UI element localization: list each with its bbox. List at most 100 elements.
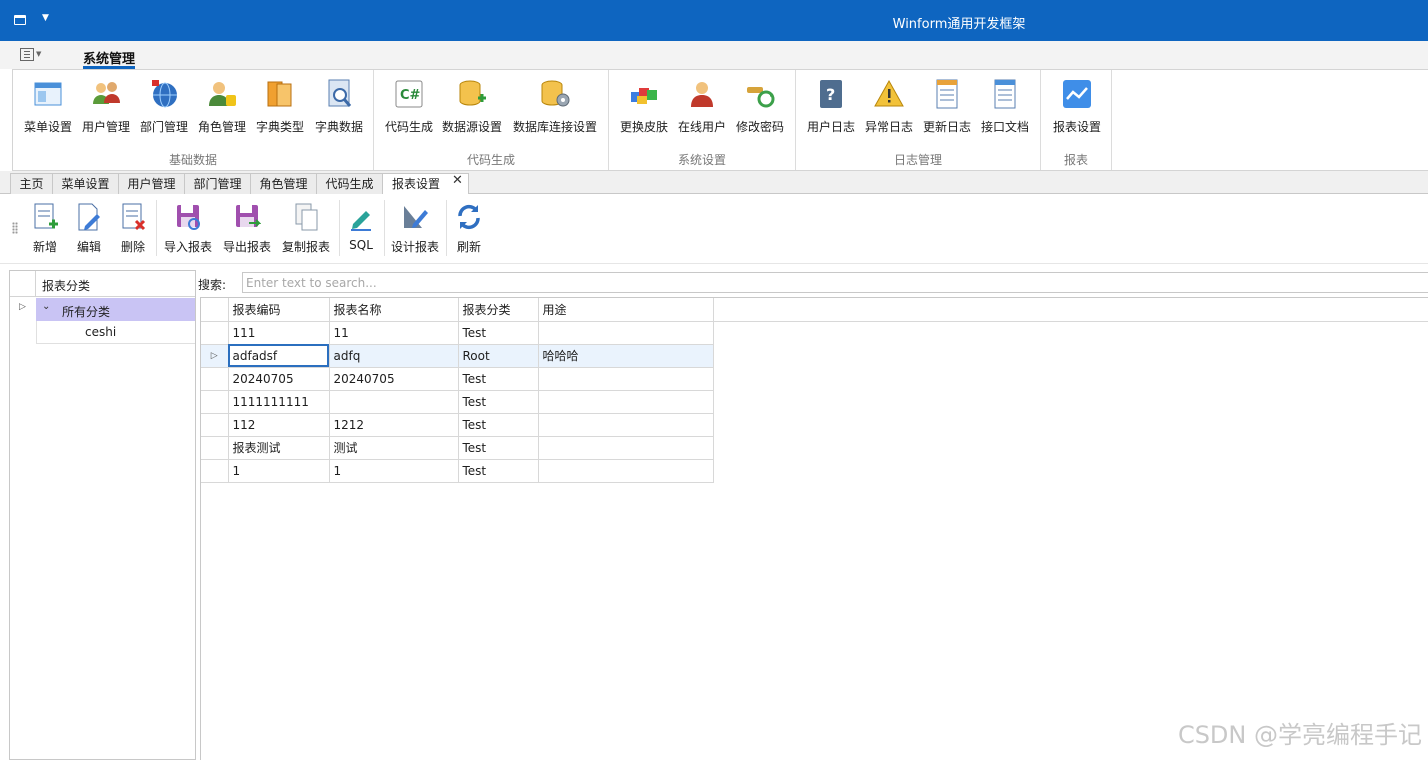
table-row-focused[interactable]: ▷ adfadsf adfq Root 哈哈哈 bbox=[201, 344, 714, 368]
toolbar-separator bbox=[156, 200, 157, 256]
cell-purpose[interactable] bbox=[538, 321, 714, 345]
delete-button[interactable]: 删除 bbox=[116, 202, 150, 255]
toolbar-separator bbox=[339, 200, 340, 256]
cell-category[interactable]: Test bbox=[458, 413, 539, 437]
warning-icon bbox=[874, 79, 904, 107]
table-row[interactable]: 20240705 20240705 Test bbox=[201, 367, 714, 391]
cell-category[interactable]: Test bbox=[458, 459, 539, 483]
tab-user-management[interactable]: 用户管理 bbox=[118, 173, 185, 194]
cell-code[interactable]: adfadsf bbox=[228, 344, 330, 368]
cell-category[interactable]: Test bbox=[458, 367, 539, 391]
cell-code[interactable]: 111 bbox=[228, 321, 330, 345]
tab-code-generation[interactable]: 代码生成 bbox=[316, 173, 383, 194]
report-grid: 报表编码 报表名称 报表分类 用途 111 11 Test ▷ adfadsf … bbox=[200, 297, 1428, 760]
row-indicator bbox=[201, 367, 229, 391]
db-connection-settings-button[interactable]: 数据库连接设置 bbox=[510, 78, 600, 140]
tab-role-management[interactable]: 角色管理 bbox=[250, 173, 317, 194]
cell-purpose[interactable] bbox=[538, 436, 714, 460]
update-log-button[interactable]: 更新日志 bbox=[920, 78, 974, 140]
dictionary-type-button[interactable]: 字典类型 bbox=[253, 78, 307, 140]
ribbon-tab-system[interactable]: 系统管理 bbox=[83, 48, 135, 67]
cell-category[interactable]: Test bbox=[458, 390, 539, 414]
table-row[interactable]: 111 11 Test bbox=[201, 321, 714, 345]
cell-name[interactable]: 11 bbox=[329, 321, 459, 345]
table-row[interactable]: 1111111111 Test bbox=[201, 390, 714, 414]
window-title: Winform通用开发框架 bbox=[892, 17, 1026, 32]
dictionary-data-button[interactable]: 字典数据 bbox=[311, 78, 367, 140]
row-indicator bbox=[201, 459, 229, 483]
design-report-button[interactable]: 设计报表 bbox=[389, 202, 441, 255]
role-icon bbox=[209, 82, 236, 106]
ribbon-group-report: 报表设置 报表 bbox=[1041, 70, 1112, 170]
datasource-settings-button[interactable]: 数据源设置 bbox=[440, 78, 504, 140]
app-menu-icon[interactable] bbox=[20, 48, 34, 61]
table-row[interactable]: 报表测试 测试 Test bbox=[201, 436, 714, 460]
table-row[interactable]: 112 1212 Test bbox=[201, 413, 714, 437]
report-settings-button[interactable]: 报表设置 bbox=[1049, 78, 1105, 140]
column-header-code[interactable]: 报表编码 bbox=[228, 298, 330, 322]
watermark: CSDN @学亮编程手记 bbox=[1177, 721, 1422, 749]
cell-purpose[interactable] bbox=[538, 459, 714, 483]
column-header-category[interactable]: 报表分类 bbox=[458, 298, 539, 322]
cell-name[interactable]: 1212 bbox=[329, 413, 459, 437]
table-row[interactable]: 1 1 Test bbox=[201, 459, 714, 483]
role-management-button[interactable]: 角色管理 bbox=[195, 78, 249, 140]
column-header-name[interactable]: 报表名称 bbox=[329, 298, 459, 322]
cell-code[interactable]: 20240705 bbox=[228, 367, 330, 391]
cell-category[interactable]: Test bbox=[458, 321, 539, 345]
cell-name[interactable] bbox=[329, 390, 459, 414]
report-table: 报表编码 报表名称 报表分类 用途 111 11 Test ▷ adfadsf … bbox=[201, 298, 714, 483]
edit-button[interactable]: 编辑 bbox=[72, 202, 106, 255]
add-button[interactable]: 新增 bbox=[28, 202, 62, 255]
cell-purpose[interactable] bbox=[538, 390, 714, 414]
import-report-button[interactable]: 导入报表 bbox=[162, 202, 214, 255]
refresh-button[interactable]: 刷新 bbox=[452, 202, 486, 255]
copy-icon bbox=[295, 203, 318, 231]
cell-category[interactable]: Test bbox=[458, 436, 539, 460]
tab-home[interactable]: 主页 bbox=[10, 173, 53, 194]
ribbon-group-system-settings: 更换皮肤 在线用户 修改密码 系统设置 bbox=[609, 70, 796, 170]
exception-log-button[interactable]: 异常日志 bbox=[862, 78, 916, 140]
menu-settings-button[interactable]: 菜单设置 bbox=[19, 78, 77, 140]
tree-node-child[interactable]: ceshi bbox=[36, 321, 195, 344]
ribbon-group-basic-data: 菜单设置 用户管理 部门管理 角色管理 字典类型 字典数据 基础数据 bbox=[13, 70, 374, 170]
code-generation-button[interactable]: C# 代码生成 bbox=[384, 78, 434, 140]
database-gear-icon bbox=[541, 80, 570, 107]
column-header-purpose[interactable]: 用途 bbox=[538, 298, 714, 322]
collapse-chevron-icon[interactable]: ⌄ bbox=[42, 301, 50, 312]
cell-name[interactable]: 20240705 bbox=[329, 367, 459, 391]
department-management-button[interactable]: 部门管理 bbox=[137, 78, 191, 140]
window-icon bbox=[34, 82, 62, 106]
cell-code[interactable]: 报表测试 bbox=[228, 436, 330, 460]
user-log-button[interactable]: ? 用户日志 bbox=[804, 78, 858, 140]
tree-node-root[interactable]: ▷ ⌄ 所有分类 bbox=[10, 298, 195, 321]
cell-code[interactable]: 1 bbox=[228, 459, 330, 483]
online-users-button[interactable]: 在线用户 bbox=[675, 78, 729, 140]
change-password-button[interactable]: 修改密码 bbox=[733, 78, 787, 140]
user-management-button[interactable]: 用户管理 bbox=[79, 78, 133, 140]
search-input[interactable] bbox=[242, 272, 1428, 293]
cell-purpose[interactable]: 哈哈哈 bbox=[538, 344, 714, 368]
tree-header-indicator bbox=[10, 271, 36, 296]
cell-code[interactable]: 112 bbox=[228, 413, 330, 437]
tab-department-management[interactable]: 部门管理 bbox=[184, 173, 251, 194]
row-indicator bbox=[201, 436, 229, 460]
cell-name[interactable]: adfq bbox=[329, 344, 459, 368]
cell-purpose[interactable] bbox=[538, 413, 714, 437]
tab-menu-settings[interactable]: 菜单设置 bbox=[52, 173, 119, 194]
close-tab-icon[interactable]: ✕ bbox=[452, 173, 463, 188]
row-indicator-arrow-icon: ▷ bbox=[201, 344, 229, 368]
export-report-button[interactable]: 导出报表 bbox=[221, 202, 273, 255]
cell-purpose[interactable] bbox=[538, 367, 714, 391]
cell-category[interactable]: Root bbox=[458, 344, 539, 368]
cell-name[interactable]: 测试 bbox=[329, 436, 459, 460]
toolbar-grip-icon[interactable] bbox=[12, 222, 18, 234]
api-docs-button[interactable]: 接口文档 bbox=[978, 78, 1032, 140]
copy-report-button[interactable]: 复制报表 bbox=[280, 202, 332, 255]
cell-name[interactable]: 1 bbox=[329, 459, 459, 483]
app-menu-dropdown-icon[interactable]: ▼ bbox=[36, 50, 41, 58]
cell-code[interactable]: 1111111111 bbox=[228, 390, 330, 414]
sql-button[interactable]: SQL bbox=[345, 202, 377, 252]
change-skin-button[interactable]: 更换皮肤 bbox=[617, 78, 671, 140]
ribbon: 菜单设置 用户管理 部门管理 角色管理 字典类型 字典数据 基础数据 C# 代码… bbox=[12, 69, 1428, 171]
